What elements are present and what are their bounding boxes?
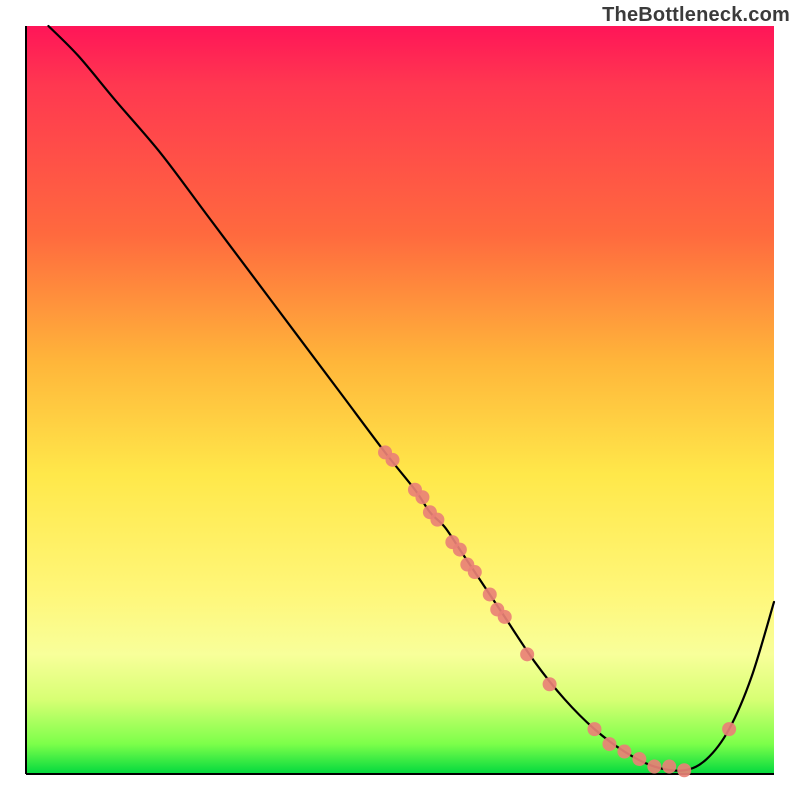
data-marker bbox=[722, 722, 736, 736]
data-marker bbox=[483, 587, 497, 601]
data-marker bbox=[430, 513, 444, 527]
data-marker bbox=[587, 722, 601, 736]
data-marker bbox=[632, 752, 646, 766]
data-marker bbox=[617, 745, 631, 759]
data-marker bbox=[498, 610, 512, 624]
data-marker bbox=[520, 647, 534, 661]
bottleneck-curve bbox=[48, 26, 774, 771]
data-marker bbox=[677, 763, 691, 777]
data-marker bbox=[415, 490, 429, 504]
chart-svg bbox=[0, 0, 800, 800]
data-markers bbox=[378, 445, 736, 777]
data-marker bbox=[662, 760, 676, 774]
data-marker bbox=[543, 677, 557, 691]
axes bbox=[26, 26, 774, 774]
data-marker bbox=[647, 760, 661, 774]
data-marker bbox=[453, 543, 467, 557]
data-marker bbox=[602, 737, 616, 751]
data-marker bbox=[468, 565, 482, 579]
watermark-text: TheBottleneck.com bbox=[602, 4, 790, 27]
chart-container: TheBottleneck.com bbox=[0, 0, 800, 800]
data-marker bbox=[386, 453, 400, 467]
